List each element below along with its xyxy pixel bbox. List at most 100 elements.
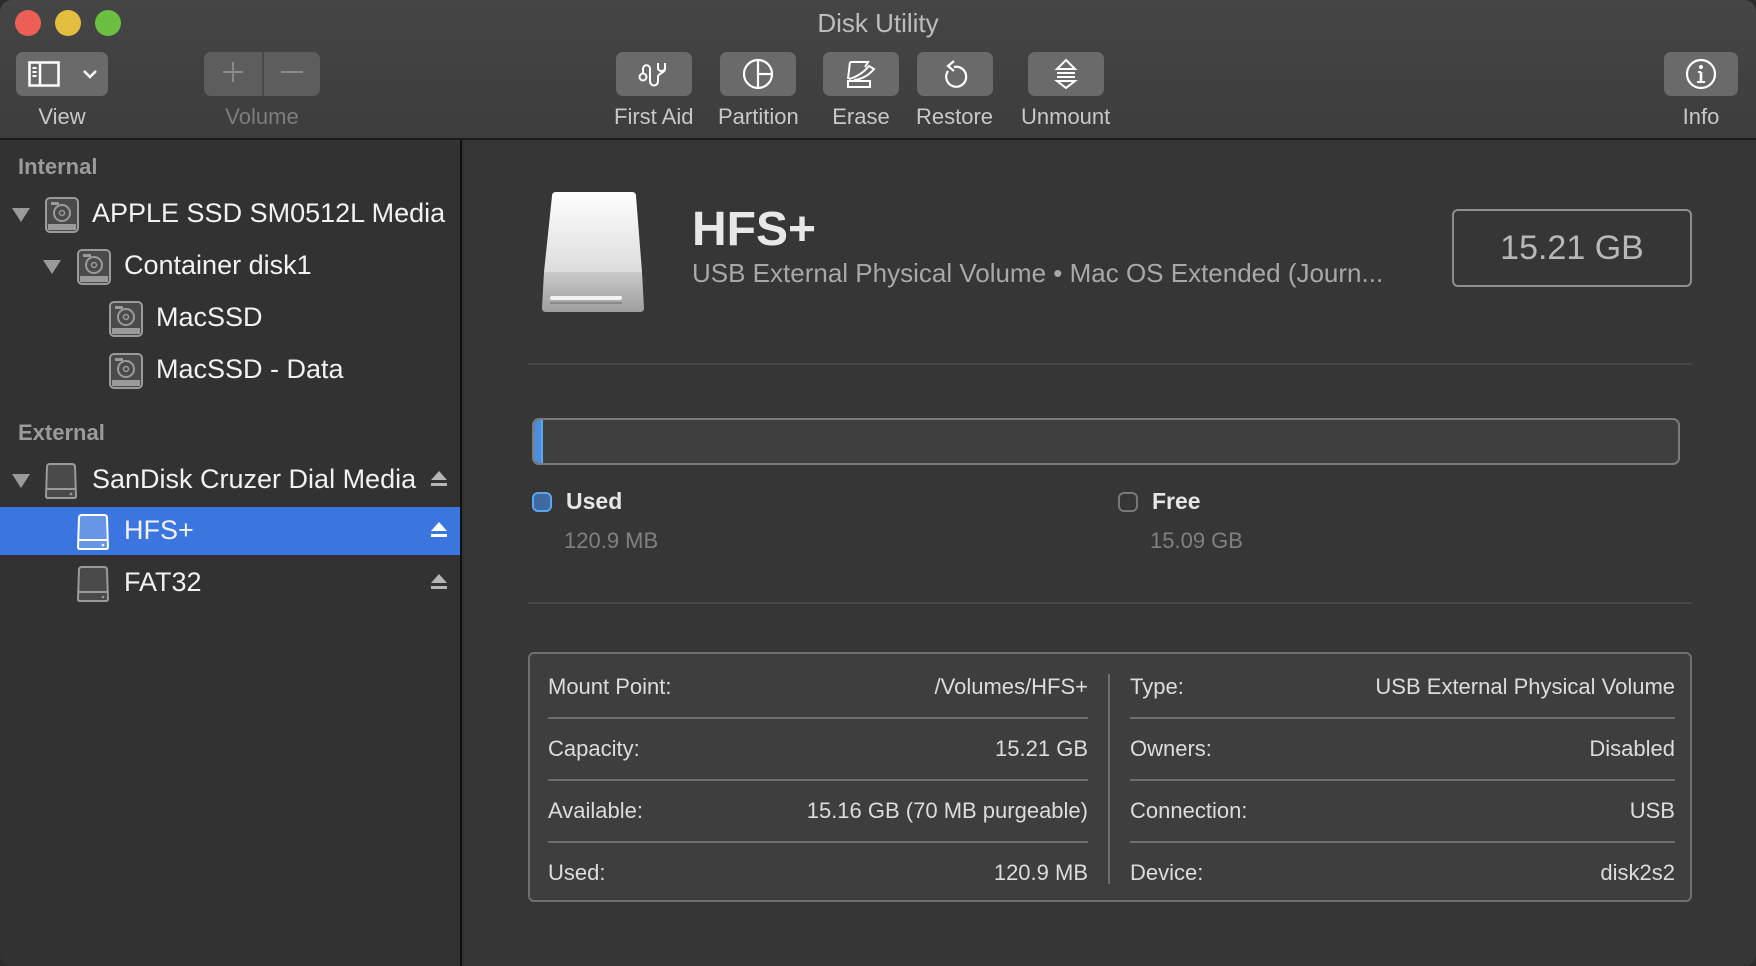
pie-chart-icon (742, 58, 774, 90)
usage-bar (532, 418, 1680, 465)
external-disk-icon (44, 462, 78, 505)
view-button[interactable] (16, 52, 108, 96)
sidebar-icon (28, 61, 60, 87)
erase-label: Erase (832, 104, 890, 129)
volume-segmented-control (204, 52, 320, 96)
add-volume-button[interactable] (204, 52, 262, 96)
remove-volume-button[interactable] (262, 52, 320, 96)
stethoscope-icon (638, 59, 670, 89)
legend-free: Free (1118, 488, 1201, 515)
view-group: View (16, 52, 108, 130)
volume-label: Volume (225, 104, 299, 129)
sidebar-item-apple-ssd[interactable]: APPLE SSD SM0512L Media (0, 190, 460, 238)
usage-bar-used-fill (534, 420, 544, 463)
erase-button[interactable] (823, 52, 899, 96)
disk-utility-window: Disk Utility View Volume First Aid Parti… (0, 0, 1756, 966)
restore-button[interactable] (916, 52, 993, 96)
divider (528, 602, 1692, 604)
volume-size-badge: 15.21 GB (1452, 209, 1692, 287)
unmount-icon (1053, 58, 1078, 90)
used-value: 120.9 MB (564, 528, 659, 553)
volume-detail-pane: HFS+ USB External Physical Volume • Mac … (464, 140, 1756, 966)
sidebar: Internal APPLE SSD SM0512L Media Contain… (0, 140, 462, 966)
info-value: disk2s2 (1600, 860, 1675, 885)
info-row-used: Used: 120.9 MB (548, 842, 1088, 904)
sidebar-item-hfs-plus[interactable]: HFS+ (0, 507, 460, 555)
column-divider (1108, 674, 1110, 884)
eject-icon[interactable] (430, 573, 448, 596)
info-button[interactable] (1664, 52, 1738, 96)
unmount-group: Unmount (1021, 52, 1110, 130)
info-key: Capacity: (548, 736, 640, 761)
section-header-internal: Internal (18, 154, 98, 179)
first-aid-label: First Aid (614, 104, 694, 129)
legend-free-label: Free (1152, 488, 1201, 514)
disclosure-triangle-icon[interactable] (12, 474, 30, 488)
sidebar-item-sandisk[interactable]: SanDisk Cruzer Dial Media (0, 456, 460, 504)
info-value: 15.21 GB (995, 736, 1088, 761)
sidebar-item-label: Container disk1 (124, 250, 312, 280)
info-column-right: Type: USB External Physical Volume Owners… (1130, 654, 1675, 900)
internal-disk-icon (108, 300, 144, 343)
info-row-mount-point: Mount Point: /Volumes/HFS+ (548, 656, 1088, 718)
volume-info-table: Mount Point: /Volumes/HFS+ Capacity: 15.21… (528, 652, 1692, 902)
divider (528, 363, 1692, 365)
eject-icon[interactable] (430, 470, 448, 493)
sidebar-item-macssd-data[interactable]: MacSSD - Data (0, 346, 460, 394)
info-key: Mount Point: (548, 674, 672, 699)
disclosure-triangle-icon[interactable] (12, 208, 30, 222)
legend-used: Used (532, 488, 622, 515)
info-value: 15.16 GB (70 MB purgeable) (806, 798, 1088, 823)
disclosure-triangle-icon[interactable] (43, 260, 61, 274)
partition-group: Partition (718, 52, 799, 130)
erase-group: Erase (823, 52, 899, 130)
legend-used-label: Used (566, 488, 623, 514)
external-disk-icon (76, 565, 110, 608)
partition-label: Partition (718, 104, 799, 129)
sidebar-item-macssd[interactable]: MacSSD (0, 294, 460, 342)
external-disk-icon (76, 513, 110, 556)
free-swatch (1118, 491, 1138, 512)
info-key: Device: (1130, 860, 1204, 885)
unmount-button[interactable] (1027, 52, 1104, 96)
info-value: Disabled (1589, 736, 1675, 761)
volume-description: USB External Physical Volume • Mac OS Ex… (692, 258, 1384, 288)
info-row-connection: Connection: USB (1130, 780, 1675, 842)
section-header-external: External (18, 420, 105, 445)
used-swatch (532, 491, 552, 512)
internal-disk-icon (108, 352, 144, 395)
info-key: Owners: (1130, 736, 1212, 761)
info-label: Info (1682, 104, 1720, 129)
sidebar-item-container-disk1[interactable]: Container disk1 (0, 242, 460, 290)
first-aid-button[interactable] (615, 52, 692, 96)
info-group: Info (1664, 52, 1738, 130)
info-key: Used: (548, 860, 606, 885)
info-value: USB (1629, 798, 1675, 823)
external-drive-large-icon (538, 192, 650, 317)
sidebar-item-label: APPLE SSD SM0512L Media (92, 198, 446, 228)
partition-button[interactable] (720, 52, 797, 96)
free-value: 15.09 GB (1150, 528, 1243, 553)
erase-icon (845, 59, 877, 89)
volume-name: HFS+ (692, 203, 817, 256)
window-title: Disk Utility (817, 8, 939, 38)
sidebar-item-label: MacSSD - Data (156, 354, 344, 384)
eject-icon[interactable] (430, 521, 448, 544)
plus-icon (221, 60, 245, 89)
first-aid-group: First Aid (614, 52, 693, 130)
chevron-down-icon (82, 68, 98, 80)
info-column-left: Mount Point: /Volumes/HFS+ Capacity: 15.21… (548, 654, 1088, 900)
info-row-capacity: Capacity: 15.21 GB (548, 718, 1088, 780)
info-value: /Volumes/HFS+ (934, 674, 1088, 699)
info-row-available: Available: 15.16 GB (70 MB purgeable) (548, 780, 1088, 842)
info-row-owners: Owners: Disabled (1130, 718, 1675, 780)
unmount-label: Unmount (1021, 104, 1111, 129)
sidebar-item-fat32[interactable]: FAT32 (0, 559, 460, 607)
info-value: 120.9 MB (993, 860, 1088, 885)
info-key: Available: (548, 798, 643, 823)
sidebar-item-label: HFS+ (124, 515, 194, 545)
info-value: USB External Physical Volume (1375, 674, 1675, 699)
internal-disk-icon (76, 248, 112, 291)
sidebar-item-label: FAT32 (124, 567, 202, 597)
sidebar-item-label: MacSSD (156, 302, 263, 332)
